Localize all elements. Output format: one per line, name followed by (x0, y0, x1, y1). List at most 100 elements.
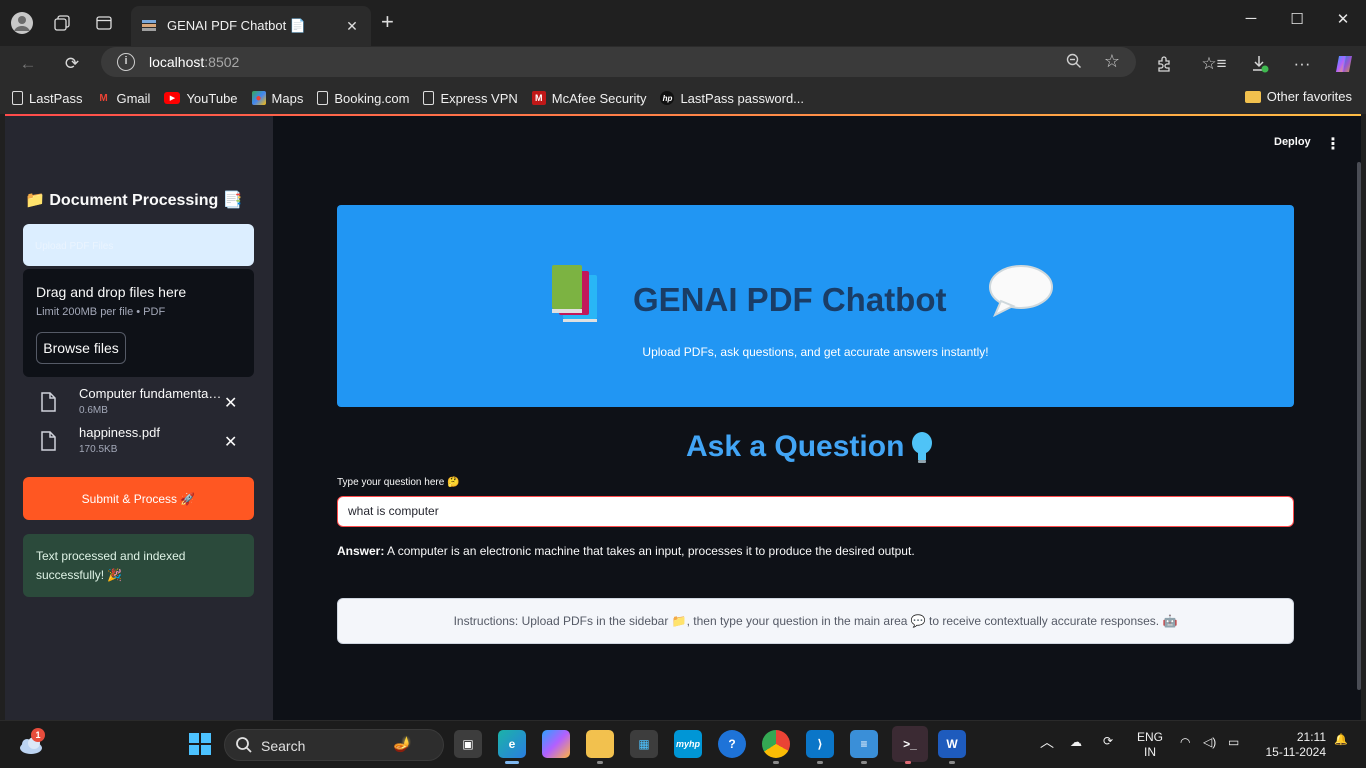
answer-prefix: Answer: (337, 544, 385, 558)
new-tab-icon[interactable]: + (381, 11, 394, 33)
address-bar[interactable]: i localhost:8502 ☆ (101, 47, 1136, 77)
lightbulb-icon (910, 431, 934, 470)
more-options-icon[interactable]: ··· (1288, 50, 1316, 78)
help-icon[interactable]: ? (718, 730, 746, 758)
taskbar-search[interactable]: Search 🪔 (224, 729, 444, 761)
language-indicator[interactable]: ENG IN (1137, 730, 1163, 760)
wifi-icon[interactable]: ◠ (1180, 735, 1190, 750)
file-explorer-icon[interactable] (586, 730, 614, 758)
favorites-icon[interactable]: ☆≡ (1200, 50, 1228, 78)
bookmark-express-vpn[interactable]: Express VPN (423, 91, 518, 106)
bookmark-label: LastPass password... (680, 90, 805, 106)
bookmark-youtube[interactable]: ▶ YouTube (164, 91, 238, 106)
page-scrollbar[interactable] (1357, 162, 1361, 690)
bookmark-lastpass[interactable]: LastPass (12, 91, 82, 106)
speech-bubble-icon (987, 263, 1055, 324)
tab-close-icon[interactable]: ✕ (343, 18, 361, 35)
chrome-icon[interactable] (762, 730, 790, 758)
extensions-icon[interactable] (1151, 50, 1179, 78)
file-icon (40, 392, 56, 417)
explorer-running-indicator (597, 761, 603, 764)
bookmark-other-favorites[interactable]: Other favorites (1244, 89, 1352, 104)
myhp-icon[interactable]: myhp (674, 730, 702, 758)
terminal-icon[interactable]: >_ (892, 726, 928, 762)
folder-icon (1244, 90, 1261, 103)
sidebar-title: 📁 Document Processing 📑 (25, 192, 243, 209)
start-icon[interactable] (186, 730, 214, 758)
upload-label-box: Upload PDF Files (23, 224, 254, 266)
zoom-icon[interactable] (1066, 53, 1082, 73)
hero-banner: GENAI PDF Chatbot Upload PDFs, ask quest… (337, 205, 1294, 407)
back-icon[interactable]: ← (14, 50, 42, 78)
bookmark-mcafee[interactable]: M McAfee Security (531, 90, 647, 106)
mcafee-icon: M (531, 91, 546, 105)
bookmark-label: Maps (271, 90, 304, 106)
language-code: ENG (1137, 730, 1164, 744)
weather-icon[interactable]: 1 (18, 728, 46, 758)
app-viewport: 📁 Document Processing 📑 Upload PDF Files… (5, 116, 1361, 720)
maps-icon: ● (251, 91, 266, 105)
question-label: Type your question here 🤔 (337, 477, 460, 488)
clock[interactable]: 21:11 15-11-2024 (1258, 730, 1327, 760)
workspaces-icon[interactable] (48, 9, 76, 37)
ask-question-heading: Ask a Question (686, 430, 905, 463)
onedrive-icon[interactable]: ☁ (1070, 735, 1082, 750)
browser-title-bar: GENAI PDF Chatbot 📄 ✕ + ─ ☐ ✕ (0, 0, 1366, 46)
tray-overflow-icon[interactable]: ︿ (1040, 735, 1054, 750)
profile-icon[interactable] (8, 9, 36, 37)
windows-taskbar: 1 Search 🪔 ▣ e ▦ myhp ? ⟩ ≡ >_ W ︿ ☁ ⟳ E… (0, 720, 1366, 768)
main-menu-icon[interactable]: ⋮ (1325, 134, 1341, 154)
task-view-icon[interactable]: ▣ (454, 730, 482, 758)
maximize-icon[interactable]: ☐ (1274, 10, 1320, 28)
browse-files-button[interactable]: Browse files (36, 332, 126, 364)
notifications-icon[interactable]: 🔔 (1334, 733, 1348, 748)
bookmark-booking[interactable]: Booking.com (317, 91, 409, 106)
file-name: happiness.pdf (79, 425, 160, 440)
file-size: 0.6MB (79, 405, 108, 416)
bookmark-label: Booking.com (334, 90, 410, 106)
store-icon[interactable]: ▦ (630, 730, 658, 758)
copilot-icon[interactable] (1330, 50, 1358, 78)
search-icon (235, 736, 253, 759)
favorite-star-icon[interactable]: ☆ (1104, 51, 1120, 72)
upload-label: Upload PDF Files (35, 241, 114, 252)
bookmark-label: LastPass (29, 90, 83, 106)
bookmark-gmail[interactable]: M Gmail (96, 91, 150, 106)
vscode-icon[interactable]: ⟩ (806, 730, 834, 758)
question-input[interactable]: what is computer (337, 496, 1294, 527)
file-dropzone[interactable]: Drag and drop files here Limit 200MB per… (23, 269, 254, 377)
sidebar: 📁 Document Processing 📑 Upload PDF Files… (5, 116, 273, 720)
browser-nav-bar: ← ⟳ i localhost:8502 ☆ ☆≡ ··· (0, 46, 1366, 82)
clock-date: 15-11-2024 (1265, 745, 1327, 759)
site-info-icon[interactable]: i (117, 53, 135, 71)
remove-file-icon[interactable]: ✕ (224, 432, 237, 452)
weather-badge: 1 (31, 728, 45, 742)
hp-icon: hp (660, 91, 675, 105)
edge-icon[interactable]: e (498, 730, 526, 758)
word-icon[interactable]: W (938, 730, 966, 758)
remove-file-icon[interactable]: ✕ (224, 393, 237, 413)
clock-time: 21:11 (1296, 730, 1326, 744)
sync-icon[interactable]: ⟳ (1103, 734, 1113, 749)
bookmark-maps[interactable]: ● Maps (251, 90, 304, 106)
close-window-icon[interactable]: ✕ (1320, 10, 1366, 28)
submit-process-button[interactable]: Submit & Process 🚀 (23, 477, 254, 520)
bookmark-label: McAfee Security (551, 90, 647, 106)
url-text: localhost:8502 (149, 54, 240, 70)
downloads-icon[interactable] (1246, 50, 1274, 78)
tab-genai-pdf-chatbot[interactable]: GENAI PDF Chatbot 📄 ✕ (131, 6, 371, 46)
bookmark-lastpass-password[interactable]: hp LastPass password... (660, 91, 804, 106)
refresh-icon[interactable]: ⟳ (58, 50, 86, 78)
terminal-running-indicator (905, 761, 911, 764)
volume-icon[interactable]: ◁) (1203, 735, 1216, 750)
battery-icon[interactable]: ▭ (1228, 735, 1239, 750)
notepad-icon[interactable]: ≡ (850, 730, 878, 758)
deploy-button[interactable]: Deploy (1274, 136, 1311, 148)
hero-title: GENAI PDF Chatbot (633, 281, 947, 318)
tab-actions-icon[interactable] (90, 9, 118, 37)
file-size: 170.5KB (79, 444, 118, 455)
minimize-icon[interactable]: ─ (1228, 10, 1274, 27)
page-icon (12, 91, 23, 105)
copilot-app-icon[interactable] (542, 730, 570, 758)
tab-title: GENAI PDF Chatbot 📄 (167, 18, 307, 33)
